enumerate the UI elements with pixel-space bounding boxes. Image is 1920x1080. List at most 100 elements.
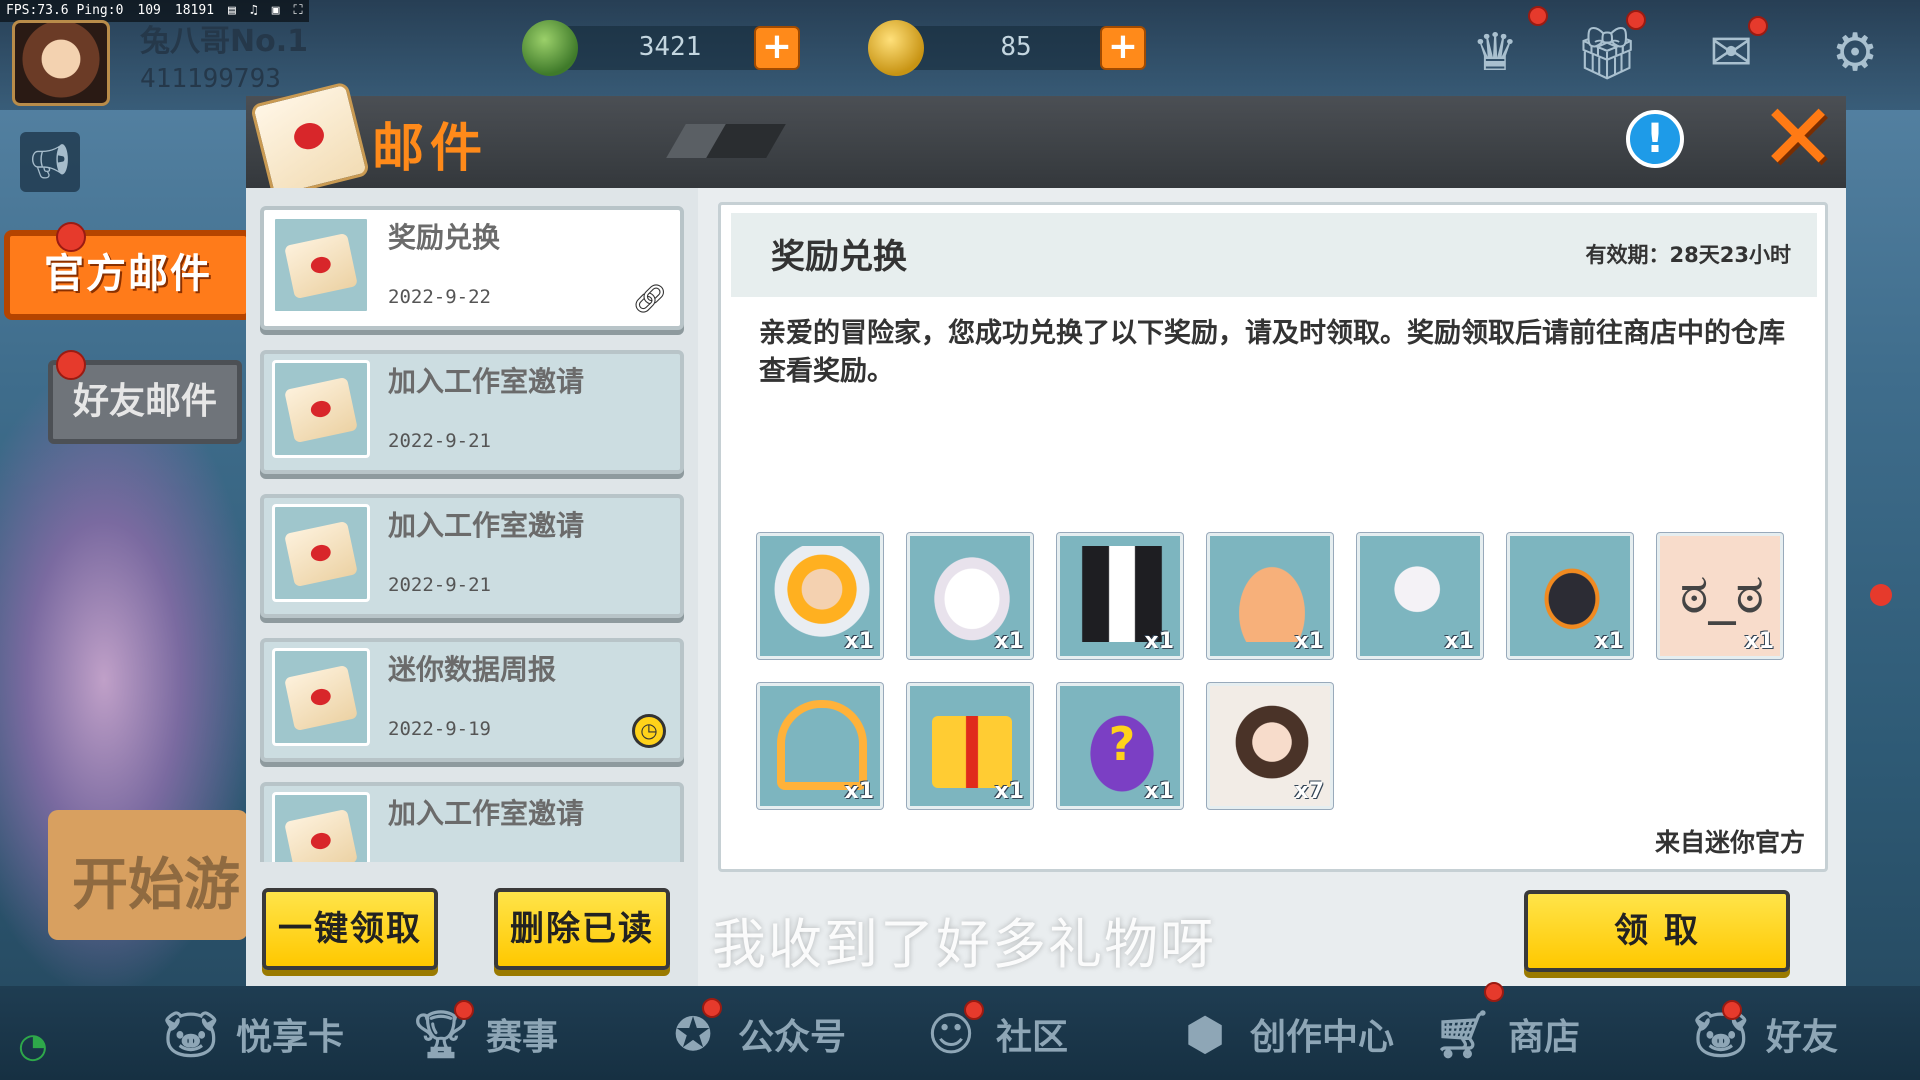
add-coins-button[interactable]: + xyxy=(1100,26,1146,70)
reward-item[interactable]: x1 xyxy=(757,683,883,809)
reward-item[interactable]: x1 xyxy=(1507,533,1633,659)
player-avatar[interactable] xyxy=(12,20,110,106)
community-notification-dot xyxy=(964,1000,984,1020)
nav-label: 社区 xyxy=(996,1017,1069,1058)
official-mail-notification-dot xyxy=(56,222,86,252)
bunny-hair-icon xyxy=(924,546,1020,642)
nav-item-vip-card[interactable]: 🐷︎ 悦享卡 xyxy=(160,1002,344,1066)
video-subtitle: 我收到了好多礼物呀 xyxy=(712,913,1216,976)
cart-icon: 🛒︎ xyxy=(1433,1007,1493,1061)
mail-thumbnail xyxy=(272,504,370,602)
envelope-icon xyxy=(284,232,358,300)
nav-item-events[interactable]: 🏆︎ 赛事 xyxy=(410,1002,558,1066)
mail-title: 奖励兑换 xyxy=(388,221,501,254)
nav-item-friends[interactable]: 🐷︎ 好友 xyxy=(1690,1002,1838,1066)
reward-quantity: x1 xyxy=(844,629,875,654)
dialog-header: 邮件 ! ✕ xyxy=(246,81,1846,199)
nav-label: 公众号 xyxy=(738,1017,847,1058)
mail-body-text: 亲爱的冒险家，您成功兑换了以下奖励，请及时领取。奖励领取后请前往商店中的仓库查看… xyxy=(759,318,1785,387)
mail-title: 迷你数据周报 xyxy=(388,653,557,686)
nav-item-official-account[interactable]: ✪ 公众号 xyxy=(662,1002,846,1066)
crown-notification-dot xyxy=(1528,6,1548,26)
signal-icon: ◔ xyxy=(18,1026,48,1066)
reward-item[interactable]: x1 xyxy=(907,683,1033,809)
add-gems-button[interactable]: + xyxy=(754,26,800,70)
nav-label: 商店 xyxy=(1508,1017,1581,1058)
start-game-button[interactable]: 开始游 xyxy=(48,810,248,940)
fps-readout: FPS:73.6 Ping:0 xyxy=(6,3,124,18)
friends-pig-icon: 🐷︎ xyxy=(1691,1007,1751,1061)
bottom-nav-bar: ◔ 🐷︎ 悦享卡 🏆︎ 赛事 ✪ 公众号 ☺ 社区 ⬢ 创作中心 🛒︎ 商店 🐷… xyxy=(0,982,1920,1080)
tab-official-mail[interactable]: 官方邮件 xyxy=(4,230,252,320)
close-button[interactable]: ✕ xyxy=(1756,92,1840,184)
reward-quantity: x1 xyxy=(1444,629,1475,654)
mystery-bag-icon: ? xyxy=(1074,696,1170,792)
mail-item[interactable]: 加入工作室邀请 2022-9-21 xyxy=(260,494,684,618)
crown-icon[interactable]: ♛ xyxy=(1460,18,1530,88)
nav-label: 好友 xyxy=(1766,1017,1839,1058)
player-id: 411199793 xyxy=(140,64,281,94)
mail-item[interactable]: 加入工作室邀请 2022-9-21 xyxy=(260,350,684,474)
reward-quantity: x1 xyxy=(1144,629,1175,654)
avatar-frame-icon xyxy=(777,700,867,790)
dialog-title: 邮件 xyxy=(372,119,489,179)
gift-notification-dot xyxy=(1626,10,1646,30)
skirt-icon xyxy=(1224,546,1320,642)
gem-counter: 3421 + xyxy=(522,20,800,76)
character-card-icon xyxy=(1224,696,1320,792)
helmet-avatar-icon xyxy=(774,546,870,642)
reward-quantity: x1 xyxy=(1144,779,1175,804)
reward-quantity: x1 xyxy=(994,779,1025,804)
cube-icon: ⬢ xyxy=(1184,1007,1226,1061)
gem-amount: 3421 xyxy=(638,32,702,62)
reward-item[interactable]: x1 xyxy=(1207,533,1333,659)
top-bar: FPS:73.6 Ping:0 109 18191 ▤ ♫ ▣ ⛶ 兔八哥No.… xyxy=(0,0,1920,110)
reward-item[interactable]: ? x1 xyxy=(1057,683,1183,809)
envelope-icon xyxy=(284,376,358,444)
announcement-speaker-icon[interactable]: 📢︎ xyxy=(20,132,80,192)
friends-notification-dot xyxy=(1722,1000,1742,1020)
mail-date: 2022-9-21 xyxy=(388,574,491,596)
nav-item-creation-center[interactable]: ⬢ 创作中心 xyxy=(1174,1002,1394,1066)
friend-mail-notification-dot xyxy=(56,350,86,380)
paperclip-icon: 🔗︎ xyxy=(632,282,668,315)
expiry-text: 有效期：28天23小时 xyxy=(1585,243,1791,267)
jacket-icon xyxy=(1074,546,1170,642)
reward-quantity: x1 xyxy=(994,629,1025,654)
reward-item[interactable]: x1 xyxy=(907,533,1033,659)
reward-quantity: x1 xyxy=(1594,629,1625,654)
reward-item[interactable]: x1 xyxy=(757,533,883,659)
nav-label: 创作中心 xyxy=(1250,1017,1395,1058)
events-notification-dot xyxy=(454,1000,474,1020)
nav-label: 赛事 xyxy=(486,1017,559,1058)
mail-envelope-icon xyxy=(249,81,371,199)
mail-date: 2022-9-22 xyxy=(388,286,491,308)
envelope-icon xyxy=(284,808,358,862)
coin-icon xyxy=(868,20,924,76)
delete-read-button[interactable]: 删除已读 xyxy=(494,888,670,970)
mail-list[interactable]: 奖励兑换 2022-9-22 🔗︎ 加入工作室邀请 2022-9-21 加入工作… xyxy=(260,206,684,862)
side-notification-dot xyxy=(1870,584,1892,606)
reward-quantity: x1 xyxy=(844,779,875,804)
settings-gear-icon[interactable]: ⚙ xyxy=(1820,18,1890,88)
nav-item-shop[interactable]: 🛒︎ 商店 xyxy=(1432,1002,1580,1066)
mail-detail-panel: 奖励兑换 有效期：28天23小时 亲爱的冒险家，您成功兑换了以下奖励，请及时领取… xyxy=(698,188,1846,986)
shoes-icon xyxy=(1524,546,1620,642)
claim-all-button[interactable]: 一键领取 xyxy=(262,888,438,970)
nav-item-community[interactable]: ☺ 社区 xyxy=(920,1002,1068,1066)
mail-item[interactable]: 迷你数据周报 2022-9-19 ◷ xyxy=(260,638,684,762)
reward-item[interactable]: x1 xyxy=(1357,533,1483,659)
claim-button[interactable]: 领 取 xyxy=(1524,890,1790,972)
detail-title: 奖励兑换 xyxy=(771,237,907,277)
mail-item[interactable]: 奖励兑换 2022-9-22 🔗︎ xyxy=(260,206,684,330)
mail-thumbnail xyxy=(272,792,370,862)
mail-detail-card: 奖励兑换 有效期：28天23小时 亲爱的冒险家，您成功兑换了以下奖励，请及时领取… xyxy=(718,202,1828,872)
reward-item[interactable]: x7 xyxy=(1207,683,1333,809)
mail-item[interactable]: 加入工作室邀请 xyxy=(260,782,684,862)
reward-item[interactable]: ಠ_ಠ x1 xyxy=(1657,533,1783,659)
reward-item[interactable]: x1 xyxy=(1057,533,1183,659)
info-button[interactable]: ! xyxy=(1626,110,1684,168)
mail-title: 加入工作室邀请 xyxy=(388,797,585,830)
mail-date: 2022-9-19 xyxy=(388,718,491,740)
gift-box-icon xyxy=(932,716,1012,788)
